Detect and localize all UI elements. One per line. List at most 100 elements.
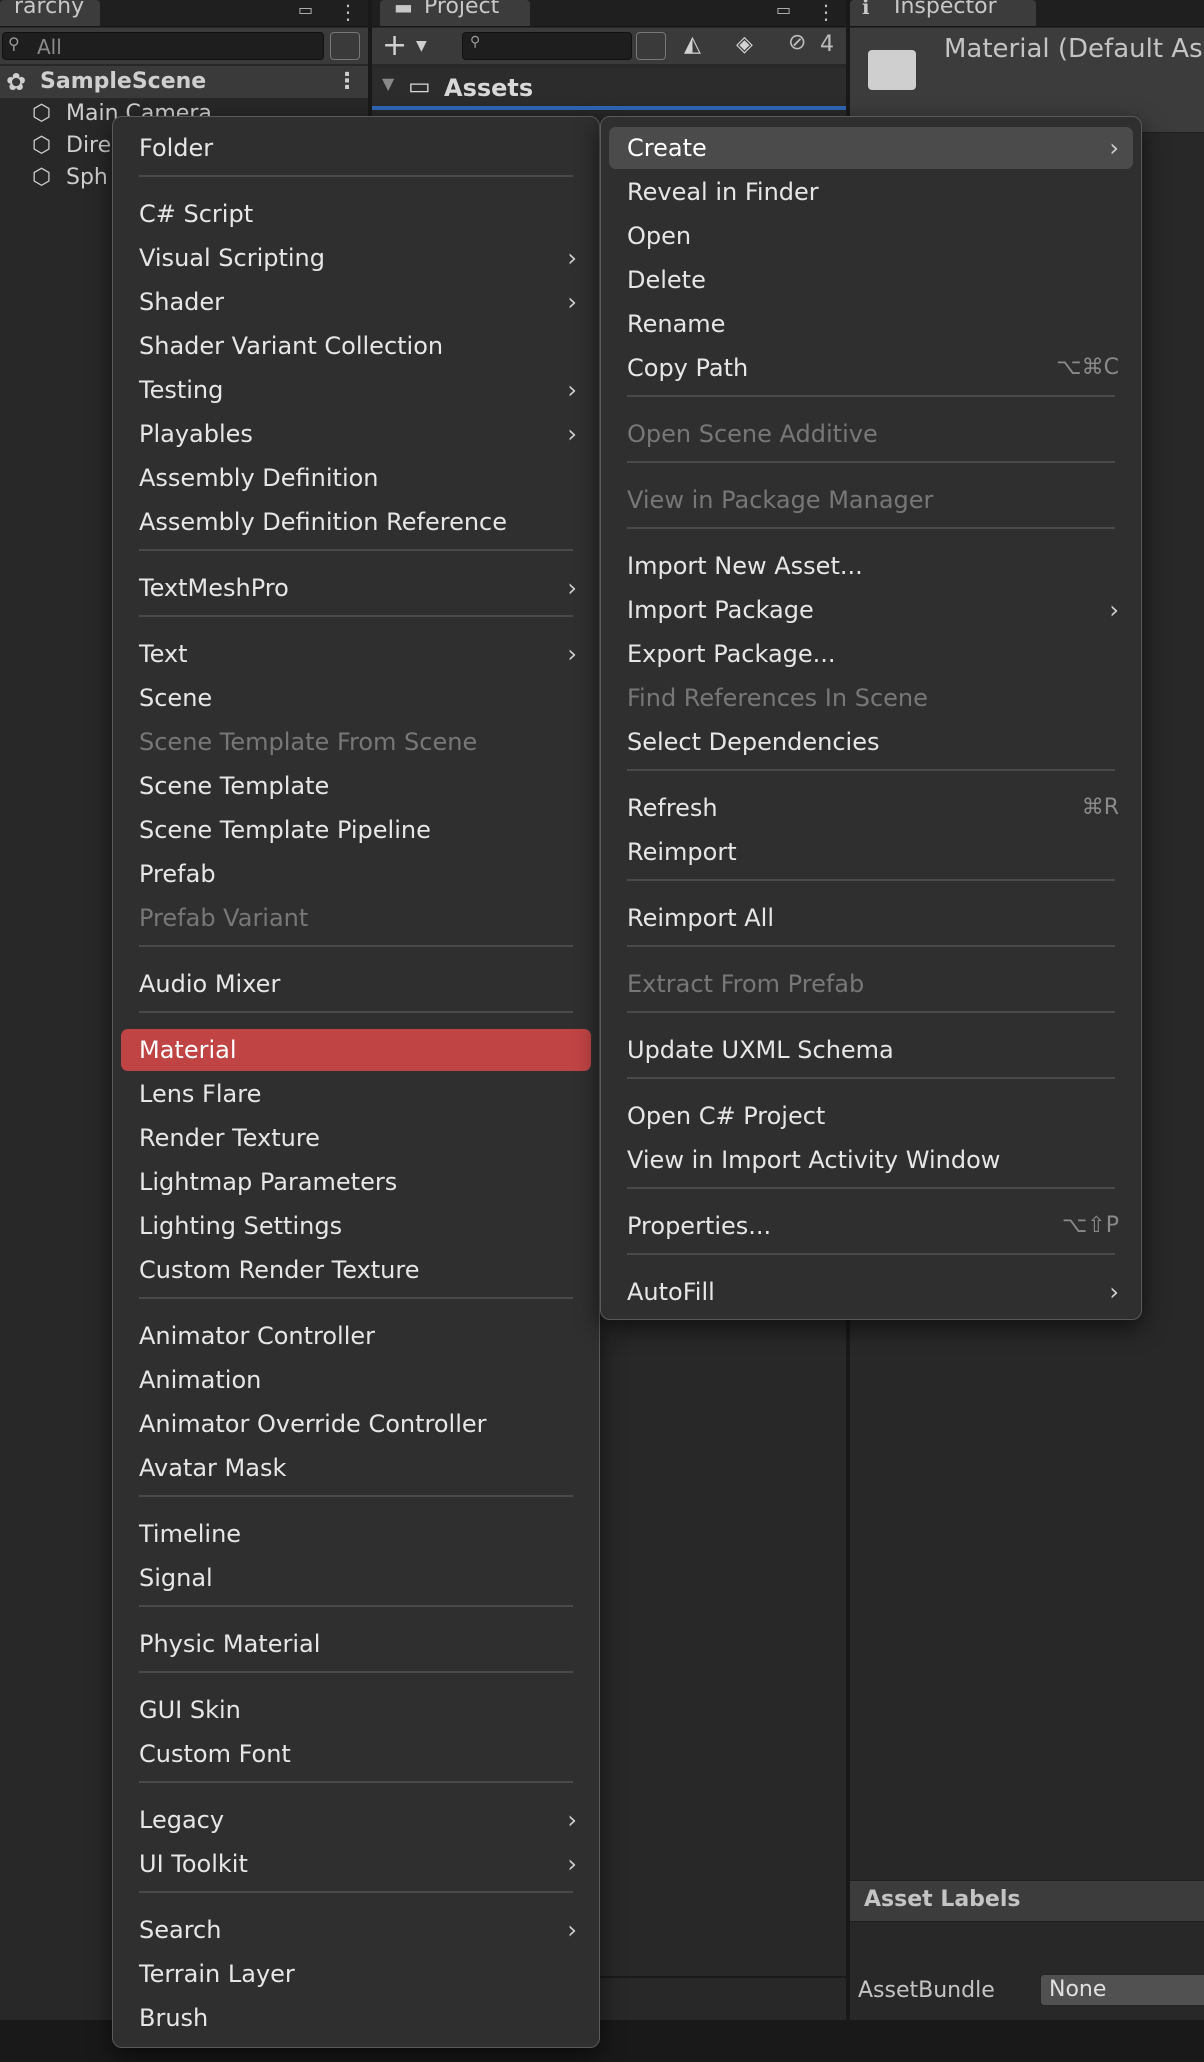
menu-item-timeline[interactable]: Timeline <box>121 1513 591 1555</box>
lock-icon[interactable]: ▭ <box>298 0 313 19</box>
tab-inspector-label: Inspector <box>894 0 997 19</box>
project-search-input[interactable] <box>462 32 632 60</box>
menu-separator <box>139 175 573 177</box>
menu-item-label: Delete <box>627 266 706 294</box>
menu-item-ui-toolkit[interactable]: UI Toolkit › <box>121 1843 591 1885</box>
menu-item-textmeshpro[interactable]: TextMeshPro › <box>121 567 591 609</box>
scene-options-icon[interactable]: ⋮ <box>336 66 358 98</box>
chevron-right-icon: › <box>567 244 577 272</box>
assets-breadcrumb[interactable]: ▼ ▭ Assets <box>372 68 846 108</box>
gameobject-cube-icon: ⬡ <box>32 133 52 158</box>
menu-item-label: Custom Render Texture <box>139 1256 420 1284</box>
menu-item-create[interactable]: Create › <box>609 127 1133 169</box>
chevron-right-icon: › <box>567 376 577 404</box>
menu-item-label: Signal <box>139 1564 213 1592</box>
filter-by-type-icon[interactable]: ◭ <box>684 32 701 57</box>
menu-item-assembly-definition-reference[interactable]: Assembly Definition Reference <box>121 501 591 543</box>
menu-item-custom-render-texture[interactable]: Custom Render Texture <box>121 1249 591 1291</box>
inspector-title: Material (Default Ass <box>944 34 1204 64</box>
menu-item-material[interactable]: Material <box>121 1029 591 1071</box>
menu-item-animator-override-controller[interactable]: Animator Override Controller <box>121 1403 591 1445</box>
tab-inspector[interactable]: ℹ Inspector <box>850 0 1036 26</box>
menu-item-shader-variant-collection[interactable]: Shader Variant Collection <box>121 325 591 367</box>
menu-item-open[interactable]: Open <box>609 215 1133 257</box>
menu-item-delete[interactable]: Delete <box>609 259 1133 301</box>
menu-item-view-in-import-activity-window[interactable]: View in Import Activity Window <box>609 1139 1133 1181</box>
menu-item-audio-mixer[interactable]: Audio Mixer <box>121 963 591 1005</box>
menu-item-gui-skin[interactable]: GUI Skin <box>121 1689 591 1731</box>
expand-icon[interactable] <box>330 32 360 60</box>
menu-item-c-script[interactable]: C# Script <box>121 193 591 235</box>
menu-item-lens-flare[interactable]: Lens Flare <box>121 1073 591 1115</box>
lock-icon[interactable]: ▭ <box>776 0 791 19</box>
menu-item-avatar-mask[interactable]: Avatar Mask <box>121 1447 591 1489</box>
menu-item-prefab[interactable]: Prefab <box>121 853 591 895</box>
menu-separator <box>627 1011 1115 1013</box>
tab-project-label: Project <box>424 0 500 19</box>
menu-item-autofill[interactable]: AutoFill › <box>609 1271 1133 1313</box>
menu-item-terrain-layer[interactable]: Terrain Layer <box>121 1953 591 1995</box>
menu-item-label: Scene <box>139 684 213 712</box>
menu-item-label: Custom Font <box>139 1740 291 1768</box>
menu-item-search[interactable]: Search › <box>121 1909 591 1951</box>
scene-row[interactable]: ✿ SampleScene ⋮ <box>0 66 368 98</box>
menu-item-label: Find References In Scene <box>627 684 928 712</box>
menu-item-lighting-settings[interactable]: Lighting Settings <box>121 1205 591 1247</box>
menu-item-folder[interactable]: Folder <box>121 127 591 169</box>
expand-icon[interactable] <box>636 32 666 60</box>
menu-item-label: Prefab Variant <box>139 904 309 932</box>
menu-item-rename[interactable]: Rename <box>609 303 1133 345</box>
menu-item-copy-path[interactable]: Copy Path ⌥⌘C <box>609 347 1133 389</box>
menu-item-shader[interactable]: Shader › <box>121 281 591 323</box>
menu-item-assembly-definition[interactable]: Assembly Definition <box>121 457 591 499</box>
hidden-packages-icon[interactable]: ⊘ <box>788 30 806 55</box>
menu-item-label: Open Scene Additive <box>627 420 878 448</box>
menu-item-extract-from-prefab: Extract From Prefab <box>609 963 1133 1005</box>
menu-item-render-texture[interactable]: Render Texture <box>121 1117 591 1159</box>
menu-item-animator-controller[interactable]: Animator Controller <box>121 1315 591 1357</box>
asset-labels-header[interactable]: Asset Labels <box>850 1880 1204 1922</box>
menu-item-brush[interactable]: Brush <box>121 1997 591 2039</box>
filter-by-label-icon[interactable]: ◈ <box>736 32 753 57</box>
menu-item-refresh[interactable]: Refresh ⌘R <box>609 787 1133 829</box>
menu-item-reimport-all[interactable]: Reimport All <box>609 897 1133 939</box>
menu-item-label: Reimport All <box>627 904 774 932</box>
menu-item-label: Export Package... <box>627 640 836 668</box>
menu-item-import-package[interactable]: Import Package › <box>609 589 1133 631</box>
menu-item-reveal-in-finder[interactable]: Reveal in Finder <box>609 171 1133 213</box>
tab-project[interactable]: ▬ Project <box>380 0 530 26</box>
menu-item-legacy[interactable]: Legacy › <box>121 1799 591 1841</box>
scene-name: SampleScene <box>40 69 207 94</box>
menu-item-custom-font[interactable]: Custom Font <box>121 1733 591 1775</box>
menu-item-text[interactable]: Text › <box>121 633 591 675</box>
menu-item-select-dependencies[interactable]: Select Dependencies <box>609 721 1133 763</box>
menu-item-label: Animation <box>139 1366 262 1394</box>
more-options-icon[interactable]: ⋮ <box>816 0 836 24</box>
menu-item-signal[interactable]: Signal <box>121 1557 591 1599</box>
menu-item-label: Extract From Prefab <box>627 970 865 998</box>
hierarchy-search-input[interactable]: All <box>2 32 324 60</box>
menu-item-update-uxml-schema[interactable]: Update UXML Schema <box>609 1029 1133 1071</box>
menu-item-properties[interactable]: Properties... ⌥⇧P <box>609 1205 1133 1247</box>
menu-item-import-new-asset[interactable]: Import New Asset... <box>609 545 1133 587</box>
menu-item-physic-material[interactable]: Physic Material <box>121 1623 591 1665</box>
chevron-down-icon[interactable]: ▼ <box>416 38 427 54</box>
menu-item-animation[interactable]: Animation <box>121 1359 591 1401</box>
tab-hierarchy[interactable]: rarchy <box>0 0 100 26</box>
menu-item-playables[interactable]: Playables › <box>121 413 591 455</box>
add-icon[interactable]: + <box>382 28 407 64</box>
menu-item-visual-scripting[interactable]: Visual Scripting › <box>121 237 591 279</box>
menu-item-label: Terrain Layer <box>139 1960 295 1988</box>
menu-item-scene-template-pipeline[interactable]: Scene Template Pipeline <box>121 809 591 851</box>
menu-item-open-c-project[interactable]: Open C# Project <box>609 1095 1133 1137</box>
menu-item-export-package[interactable]: Export Package... <box>609 633 1133 675</box>
menu-item-reimport[interactable]: Reimport <box>609 831 1133 873</box>
menu-item-scene[interactable]: Scene <box>121 677 591 719</box>
menu-item-label: Folder <box>139 134 214 162</box>
assetbundle-dropdown[interactable]: None <box>1040 1974 1204 2006</box>
more-options-icon[interactable]: ⋮ <box>338 0 358 24</box>
menu-item-scene-template[interactable]: Scene Template <box>121 765 591 807</box>
chevron-right-icon: › <box>567 640 577 668</box>
menu-item-testing[interactable]: Testing › <box>121 369 591 411</box>
menu-item-lightmap-parameters[interactable]: Lightmap Parameters <box>121 1161 591 1203</box>
